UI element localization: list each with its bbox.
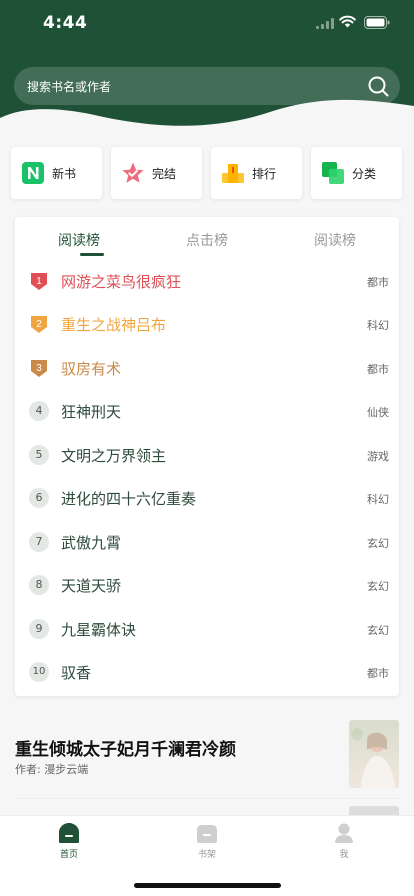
- quick-link-ranking[interactable]: 排行: [211, 147, 302, 199]
- status-time: 4:44: [43, 13, 88, 33]
- book-category: 都市: [367, 276, 389, 289]
- search-bar[interactable]: 搜索书名或作者: [14, 67, 400, 105]
- search-placeholder: 搜索书名或作者: [27, 80, 112, 94]
- book-title: 狂神刑天: [61, 403, 122, 421]
- recommended-book-author: 作者: 漫步云端: [15, 763, 89, 776]
- rank-row[interactable]: 2 重生之战神吕布 科幻: [15, 304, 399, 347]
- book-title: 文明之万界领主: [61, 447, 167, 465]
- book-category: 游戏: [367, 450, 389, 463]
- book-category: 仙侠: [367, 406, 389, 419]
- tab-bookshelf[interactable]: 书架: [167, 822, 247, 860]
- rank-number: 8: [29, 575, 49, 595]
- tab-profile[interactable]: 我: [304, 822, 384, 860]
- book-category: 玄幻: [367, 624, 389, 637]
- quick-link-label: 新书: [52, 167, 77, 181]
- rank-row[interactable]: 9 九星霸体诀 玄幻: [15, 609, 399, 652]
- tab-profile-label: 我: [339, 850, 349, 860]
- tab-home-label: 首页: [59, 850, 78, 860]
- quick-link-label: 完结: [152, 167, 177, 181]
- tab-read-rank-2[interactable]: 阅读榜: [314, 230, 356, 250]
- search-icon[interactable]: [367, 75, 389, 97]
- rank-row[interactable]: 5 文明之万界领主 游戏: [15, 435, 399, 478]
- battery-icon: [364, 16, 390, 29]
- rank-number: 10: [29, 662, 49, 682]
- book-title: 重生之战神吕布: [61, 316, 167, 334]
- rank-row[interactable]: 1 网游之菜鸟很疯狂 都市: [15, 261, 399, 304]
- rank-row[interactable]: 3 驭房有术 都市: [15, 348, 399, 391]
- status-bar: 4:44: [0, 0, 414, 46]
- wifi-icon: [339, 15, 356, 28]
- home-indicator[interactable]: [134, 883, 281, 888]
- rank-card: 阅读榜 点击榜 阅读榜 1 网游之菜鸟很疯狂 都市 2 重生之战神吕布 科幻 3…: [15, 217, 399, 696]
- book-category: 科幻: [367, 493, 389, 506]
- category-icon: [322, 162, 344, 184]
- profile-icon: [335, 823, 353, 843]
- rank-row[interactable]: 8 天道天骄 玄幻: [15, 565, 399, 608]
- book-title: 九星霸体诀: [61, 621, 137, 639]
- rank-badge-icon: 1: [31, 273, 47, 290]
- tab-click-rank[interactable]: 点击榜: [186, 230, 228, 250]
- quick-link-completed[interactable]: 完结: [111, 147, 202, 199]
- book-category: 科幻: [367, 319, 389, 332]
- book-category: 玄幻: [367, 537, 389, 550]
- svg-text:2: 2: [36, 319, 42, 330]
- quick-link-new[interactable]: 新书: [11, 147, 102, 199]
- tab-home[interactable]: 首页: [29, 822, 109, 860]
- quick-link-label: 分类: [352, 167, 377, 181]
- book-title: 武傲九霄: [61, 534, 122, 552]
- ranking-icon: [222, 164, 244, 183]
- rank-number: 4: [29, 401, 49, 421]
- new-badge-icon: [22, 162, 44, 184]
- tab-indicator: [80, 253, 104, 256]
- star-icon: [122, 162, 144, 183]
- book-title: 驭香: [61, 664, 92, 682]
- list-divider: [15, 798, 399, 799]
- rank-number: 7: [29, 532, 49, 552]
- book-category: 都市: [367, 667, 389, 680]
- book-title: 驭房有术: [61, 360, 122, 378]
- quick-link-category[interactable]: 分类: [311, 147, 402, 199]
- rank-badge-icon: 3: [31, 360, 47, 377]
- book-category: 玄幻: [367, 580, 389, 593]
- rank-number: 9: [29, 619, 49, 639]
- rank-number: 6: [29, 488, 49, 508]
- book-cover-image[interactable]: [349, 720, 399, 788]
- rank-row[interactable]: 10 驭香 都市: [15, 652, 399, 695]
- book-category: 都市: [367, 363, 389, 376]
- recommended-book-title[interactable]: 重生倾城太子妃月千澜君冷颜: [15, 735, 236, 760]
- header: 4:44 搜索书名或作者: [0, 0, 414, 135]
- home-icon: [59, 823, 79, 843]
- svg-text:1: 1: [36, 276, 42, 287]
- tab-read-rank[interactable]: 阅读榜: [58, 230, 100, 250]
- rank-row[interactable]: 7 武傲九霄 玄幻: [15, 522, 399, 565]
- tab-bookshelf-label: 书架: [197, 850, 216, 860]
- book-title: 进化的四十六亿重奏: [61, 490, 197, 508]
- rank-row[interactable]: 6 进化的四十六亿重奏 科幻: [15, 478, 399, 521]
- rank-badge-icon: 2: [31, 316, 47, 333]
- rank-row[interactable]: 4 狂神刑天 仙侠: [15, 391, 399, 434]
- quick-link-label: 排行: [252, 167, 277, 181]
- svg-text:3: 3: [36, 363, 42, 374]
- book-title: 天道天骄: [61, 577, 122, 595]
- cellular-signal-icon: [316, 18, 334, 29]
- bookshelf-icon: [197, 825, 217, 843]
- book-title: 网游之菜鸟很疯狂: [61, 273, 182, 291]
- rank-number: 5: [29, 445, 49, 465]
